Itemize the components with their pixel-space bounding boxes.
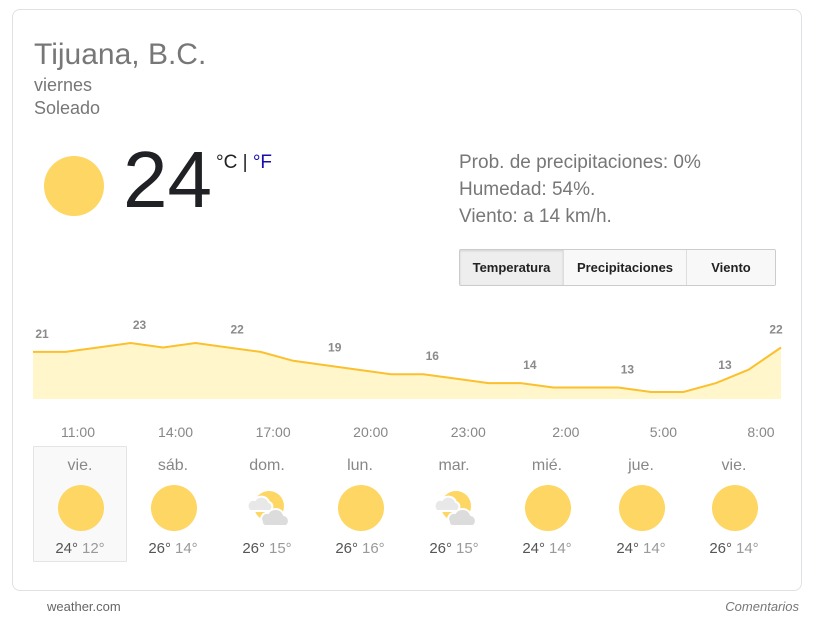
tab-temperature[interactable]: Temperatura bbox=[460, 250, 564, 285]
chart-tick-label: 23:00 bbox=[451, 424, 486, 440]
temperature-chart: 21 23 22 19 16 14 13 13 22 11:00 14:00 17:00 20:00 23… bbox=[33, 310, 783, 440]
forecast-high: 26° bbox=[709, 540, 732, 557]
chart-tabs: Temperatura Precipitaciones Viento bbox=[459, 249, 776, 286]
forecast-high: 26° bbox=[242, 540, 265, 557]
wind-detail: Viento: a 14 km/h. bbox=[459, 206, 612, 227]
forecast-low: 14° bbox=[175, 540, 198, 557]
current-condition: Soleado bbox=[34, 98, 101, 118]
forecast-day-name: lun. bbox=[347, 457, 373, 474]
chart-tick-label: 17:00 bbox=[256, 424, 291, 440]
sun-icon bbox=[338, 485, 384, 531]
forecast-day[interactable]: vie. 26° 14° bbox=[687, 446, 781, 562]
tab-wind[interactable]: Viento bbox=[687, 250, 775, 285]
forecast-day[interactable]: jue. 24° 14° bbox=[594, 446, 688, 562]
forecast-temps: 24° 14° bbox=[595, 540, 687, 557]
chart-value-label: 21 bbox=[35, 327, 49, 341]
sun-icon bbox=[525, 485, 571, 531]
forecast-high: 24° bbox=[522, 540, 545, 557]
sun-icon bbox=[619, 485, 665, 531]
temperature-chart-svg: 21 23 22 19 16 14 13 13 22 11:00 14:00 17:00 20:00 23… bbox=[33, 318, 783, 440]
chart-tick-label: 2:00 bbox=[552, 424, 579, 440]
unit-celsius[interactable]: °C bbox=[216, 152, 237, 173]
chart-value-label: 13 bbox=[621, 363, 635, 377]
chart-tick-label: 11:00 bbox=[61, 424, 95, 440]
forecast-temps: 24° 14° bbox=[501, 540, 593, 557]
sun-icon bbox=[712, 485, 758, 531]
forecast-low: 16° bbox=[362, 540, 385, 557]
forecast-day-name: jue. bbox=[628, 457, 654, 474]
unit-switcher: °C | °F bbox=[216, 152, 272, 174]
forecast-day[interactable]: mar. 26° 15° bbox=[407, 446, 501, 562]
forecast-day[interactable]: sáb. 26° 14° bbox=[126, 446, 220, 562]
forecast-temps: 26° 15° bbox=[408, 540, 500, 557]
forecast-low: 14° bbox=[643, 540, 666, 557]
forecast-day[interactable]: lun. 26° 16° bbox=[313, 446, 407, 562]
forecast-day-name: sáb. bbox=[157, 457, 189, 474]
chart-value-label: 23 bbox=[133, 318, 147, 332]
chart-value-label: 14 bbox=[523, 358, 537, 372]
chart-value-label: 22 bbox=[230, 322, 244, 336]
forecast-day[interactable]: vie. 24° 12° bbox=[33, 446, 127, 562]
forecast-day[interactable]: mié. 24° 14° bbox=[500, 446, 594, 562]
partly-cloudy-icon bbox=[433, 491, 477, 527]
source-link[interactable]: weather.com bbox=[47, 599, 121, 614]
sun-icon bbox=[44, 156, 104, 216]
forecast-high: 26° bbox=[148, 540, 171, 557]
forecast-day-name: dom. bbox=[249, 457, 285, 474]
temperature-area bbox=[33, 343, 781, 399]
forecast-temps: 26° 14° bbox=[127, 540, 219, 557]
forecast-low: 15° bbox=[456, 540, 479, 557]
sun-icon bbox=[58, 485, 104, 531]
forecast-temps: 26° 14° bbox=[688, 540, 780, 557]
forecast-high: 26° bbox=[429, 540, 452, 557]
chart-tick-label: 14:00 bbox=[158, 424, 193, 440]
tab-precipitation[interactable]: Precipitaciones bbox=[564, 250, 687, 285]
current-day: viernes bbox=[34, 75, 93, 95]
precipitation-detail: Prob. de precipitaciones: 0% bbox=[459, 152, 701, 173]
unit-fahrenheit[interactable]: °F bbox=[253, 152, 272, 173]
forecast-day-name: mar. bbox=[438, 457, 470, 474]
forecast-day-name: mié. bbox=[531, 457, 563, 474]
forecast-low: 15° bbox=[269, 540, 292, 557]
forecast-high: 24° bbox=[55, 540, 78, 557]
feedback-link[interactable]: Comentarios bbox=[725, 599, 799, 614]
location-title: Tijuana, B.C. bbox=[34, 38, 207, 71]
partly-cloudy-icon bbox=[246, 491, 290, 527]
weather-details: Prob. de precipitaciones: 0% Humedad: 54… bbox=[459, 149, 701, 230]
weather-card: Tijuana, B.C. viernes Soleado 24 °C | °F… bbox=[12, 9, 802, 591]
sun-icon bbox=[151, 485, 197, 531]
forecast-temps: 26° 16° bbox=[314, 540, 406, 557]
daily-forecast: vie. 24° 12° sáb. 26° 14° dom. 26° 15° lun.… bbox=[33, 446, 785, 563]
chart-value-label: 22 bbox=[769, 322, 783, 336]
unit-separator: | bbox=[242, 152, 248, 173]
forecast-day-name: vie. bbox=[67, 457, 93, 474]
chart-value-label: 19 bbox=[328, 340, 342, 354]
chart-value-label: 16 bbox=[426, 349, 440, 363]
chart-value-label: 13 bbox=[718, 358, 732, 372]
chart-tick-label: 20:00 bbox=[353, 424, 388, 440]
current-temperature: 24 bbox=[123, 135, 212, 224]
chart-tick-label: 8:00 bbox=[747, 424, 774, 440]
forecast-temps: 26° 15° bbox=[221, 540, 313, 557]
forecast-high: 24° bbox=[616, 540, 639, 557]
forecast-low: 14° bbox=[736, 540, 759, 557]
forecast-day-name: vie. bbox=[721, 457, 747, 474]
forecast-low: 14° bbox=[549, 540, 572, 557]
forecast-low: 12° bbox=[82, 540, 105, 557]
forecast-temps: 24° 12° bbox=[34, 540, 126, 557]
forecast-high: 26° bbox=[335, 540, 358, 557]
chart-tick-label: 5:00 bbox=[650, 424, 677, 440]
forecast-day[interactable]: dom. 26° 15° bbox=[220, 446, 314, 562]
humidity-detail: Humedad: 54%. bbox=[459, 179, 596, 200]
